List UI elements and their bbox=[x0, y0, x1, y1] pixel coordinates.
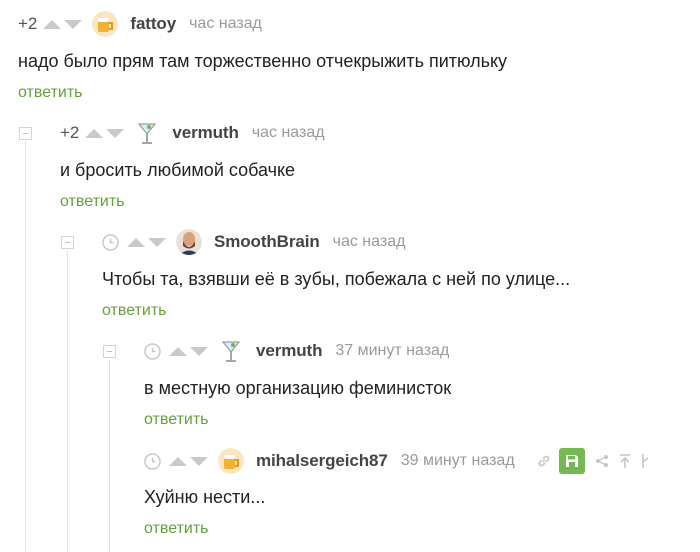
comment-header: vermuth 37 минут назад bbox=[144, 337, 449, 365]
comment-text: надо было прям там торжественно отчекрыж… bbox=[18, 51, 508, 71]
downvote-arrow-icon[interactable] bbox=[148, 237, 166, 247]
author-name[interactable]: vermuth bbox=[172, 123, 238, 143]
comment-time[interactable]: 37 минут назад bbox=[335, 342, 449, 360]
author-name[interactable]: SmoothBrain bbox=[214, 232, 320, 252]
comment-actions bbox=[537, 448, 649, 474]
thread-line bbox=[67, 251, 68, 552]
collapse-toggle-icon[interactable] bbox=[103, 345, 116, 358]
comment-header: SmoothBrain час назад bbox=[102, 228, 405, 256]
reply-link[interactable]: ответить bbox=[60, 193, 125, 211]
beer-mug-avatar[interactable] bbox=[92, 11, 119, 37]
comment-time[interactable]: час назад bbox=[189, 15, 262, 33]
beer-mug-avatar[interactable] bbox=[218, 448, 244, 474]
thread-line bbox=[109, 360, 110, 552]
downvote-arrow-icon[interactable] bbox=[64, 19, 83, 29]
upvote-arrow-icon[interactable] bbox=[43, 19, 62, 29]
comment-time[interactable]: час назад bbox=[333, 233, 406, 251]
martini-glass-avatar[interactable] bbox=[218, 338, 244, 364]
share-icon[interactable] bbox=[595, 454, 609, 468]
reply-link[interactable]: ответить bbox=[102, 302, 167, 320]
save-button[interactable] bbox=[558, 448, 585, 474]
comment-text: Хуйню нести... bbox=[144, 487, 266, 507]
downvote-arrow-icon[interactable] bbox=[190, 456, 208, 466]
bearded-man-avatar[interactable] bbox=[176, 229, 202, 255]
downvote-arrow-icon[interactable] bbox=[190, 346, 208, 356]
reply-link[interactable]: ответить bbox=[144, 520, 209, 538]
author-name[interactable]: fattoy bbox=[130, 14, 176, 34]
reply-link[interactable]: ответить bbox=[18, 84, 83, 102]
comment-text: и бросить любимой собачке bbox=[60, 160, 296, 180]
upvote-arrow-icon[interactable] bbox=[85, 128, 104, 138]
upvote-arrow-icon[interactable] bbox=[169, 346, 187, 356]
reply-link[interactable]: ответить bbox=[144, 411, 209, 429]
comment-time[interactable]: 39 минут назад bbox=[401, 452, 515, 470]
clock-icon bbox=[102, 233, 119, 251]
comment-text: в местную организацию феминисток bbox=[144, 378, 452, 398]
scroll-to-parent-icon[interactable] bbox=[618, 453, 632, 469]
collapse-toggle-icon[interactable] bbox=[19, 127, 32, 140]
comment-header: +2 vermuth час назад bbox=[60, 119, 325, 147]
downvote-arrow-icon[interactable] bbox=[106, 128, 125, 138]
comment-text: Чтобы та, взявши её в зубы, побежала с н… bbox=[102, 269, 571, 289]
rating-value: +2 bbox=[60, 123, 80, 142]
more-icon[interactable] bbox=[641, 453, 649, 469]
author-name[interactable]: vermuth bbox=[256, 341, 322, 361]
author-name[interactable]: mihalsergeich87 bbox=[256, 451, 388, 471]
comment-header: mihalsergeich87 39 минут назад bbox=[144, 447, 649, 475]
upvote-arrow-icon[interactable] bbox=[169, 456, 187, 466]
clock-icon bbox=[144, 342, 161, 360]
rating-value: +2 bbox=[18, 14, 38, 33]
martini-glass-avatar[interactable] bbox=[134, 120, 160, 146]
thread-line bbox=[25, 142, 26, 552]
floppy-disk-icon bbox=[565, 455, 578, 467]
clock-icon bbox=[144, 452, 161, 470]
comment-time[interactable]: час назад bbox=[252, 124, 325, 142]
link-icon[interactable] bbox=[537, 454, 551, 468]
collapse-toggle-icon[interactable] bbox=[61, 236, 74, 249]
comment-header: +2 fattoy час назад bbox=[18, 10, 262, 38]
upvote-arrow-icon[interactable] bbox=[127, 237, 145, 247]
